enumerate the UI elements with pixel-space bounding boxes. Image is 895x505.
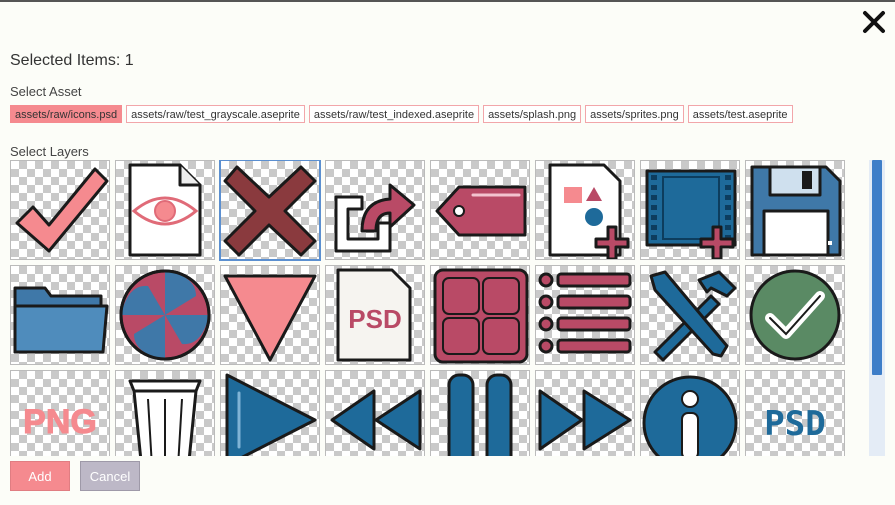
layers-scrollbar[interactable] [869,160,885,456]
tag-icon [435,185,527,237]
asset-tab[interactable]: assets/raw/test_grayscale.aseprite [126,105,305,123]
new-film-icon [645,169,737,259]
rewind-icon [330,389,422,451]
svg-text:PSD: PSD [348,304,401,334]
export-arrow-icon [334,183,416,253]
layer-thumbnail[interactable]: PSD [325,265,425,365]
layer-thumbnail[interactable] [10,265,110,365]
add-button[interactable]: Add [10,461,70,491]
new-image-icon [548,163,630,259]
layer-thumbnail[interactable]: PSD [745,370,845,456]
layer-thumbnail[interactable] [535,265,635,365]
layer-thumbnail[interactable] [430,160,530,260]
layer-thumbnail[interactable]: PNG [10,370,110,456]
layers-grid-viewport: PSD PNG PSD [10,160,848,456]
asset-tab[interactable]: assets/raw/icons.psd [10,105,123,123]
svg-text:PNG: PNG [23,403,97,441]
layers-scroll-thumb[interactable] [872,160,882,375]
fast-forward-icon [538,389,632,451]
svg-text:PSD: PSD [764,404,825,444]
asset-tab[interactable]: assets/sprites.png [585,105,684,123]
grid-layout-icon [433,268,529,364]
eye-document-icon [128,163,202,257]
tools-icon [649,270,737,362]
layer-thumbnail[interactable] [10,160,110,260]
select-asset-label: Select Asset [10,84,82,99]
asset-tabs: assets/raw/icons.psd assets/raw/test_gray… [10,105,793,123]
selected-items-count: Selected Items: 1 [10,52,134,69]
play-icon [225,373,317,456]
x-cross-icon [223,165,317,257]
layer-thumbnail[interactable] [220,370,320,456]
layer-thumbnail[interactable] [220,265,320,365]
layer-thumbnail[interactable] [430,370,530,456]
layer-thumbnail[interactable] [640,370,740,456]
spinner-ball-icon [119,269,211,361]
psd-file-icon: PSD [336,268,412,362]
cancel-button[interactable]: Cancel [80,461,140,491]
layer-thumbnail[interactable] [115,160,215,260]
layer-thumbnail[interactable] [535,160,635,260]
close-button[interactable] [860,8,888,36]
floppy-disk-icon [750,165,842,257]
top-border [0,0,895,2]
layer-thumbnail[interactable] [640,265,740,365]
png-text-icon: PNG [23,403,98,442]
layer-thumbnail[interactable] [745,160,845,260]
layer-thumbnail[interactable] [325,160,425,260]
layer-thumbnail[interactable] [535,370,635,456]
list-icon [538,272,632,354]
select-layers-label: Select Layers [10,144,89,159]
folder-icon [13,286,109,354]
triangle-down-icon [223,274,317,362]
trash-icon [128,379,202,456]
asset-tab[interactable]: assets/raw/test_indexed.aseprite [308,105,480,123]
layer-thumbnail[interactable] [115,370,215,456]
layer-thumbnail[interactable] [220,160,320,260]
asset-tab[interactable]: assets/test.aseprite [687,105,793,123]
layer-thumbnail[interactable] [640,160,740,260]
info-icon [642,375,738,456]
psd-text-icon: PSD [764,404,825,444]
pause-icon [447,373,513,456]
checkmark-icon [15,167,109,253]
asset-tab[interactable]: assets/splash.png [483,105,582,123]
layer-thumbnail[interactable] [430,265,530,365]
close-icon [863,11,885,33]
check-circle-icon [749,269,841,361]
layer-thumbnail[interactable] [745,265,845,365]
layer-thumbnail[interactable] [115,265,215,365]
layer-thumbnail[interactable] [325,370,425,456]
layers-grid: PSD PNG PSD [10,160,848,456]
